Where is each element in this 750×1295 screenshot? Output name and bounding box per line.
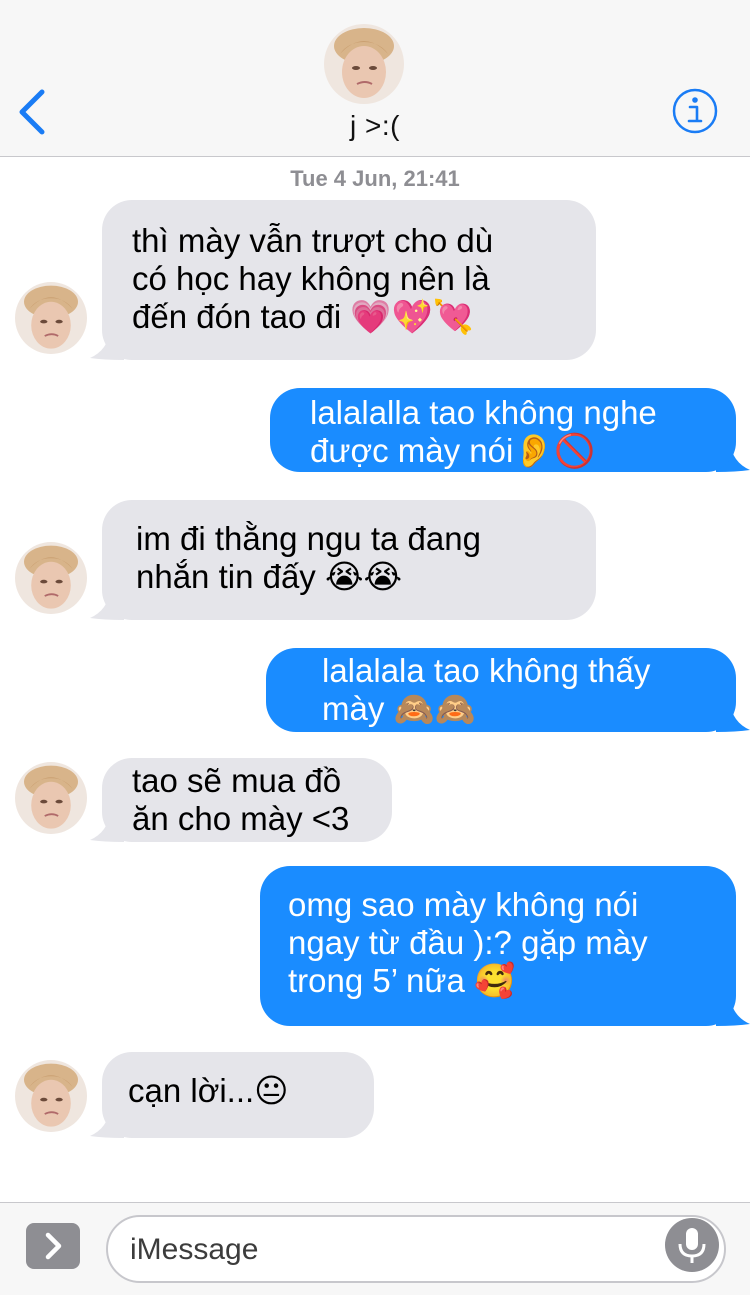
contact-photo: [324, 24, 404, 104]
sender-photo: [15, 762, 87, 834]
info-icon: [672, 88, 718, 134]
contact-avatar[interactable]: [324, 24, 404, 104]
info-button[interactable]: [670, 86, 720, 136]
sender-avatar[interactable]: [15, 1060, 87, 1132]
message-bubble-outgoing[interactable]: omg sao mày không nói ngay từ đầu ):? gặ…: [260, 866, 736, 1026]
message-bubble-incoming[interactable]: cạn lời...😐: [102, 1052, 374, 1138]
message-bubble-incoming[interactable]: tao sẽ mua đồ ăn cho mày <3: [102, 758, 392, 842]
sender-avatar[interactable]: [15, 282, 87, 354]
sender-avatar[interactable]: [15, 542, 87, 614]
message-bubble-outgoing[interactable]: lalalala tao không thấy mày 🙈🙈: [266, 648, 736, 732]
compose-bar: iMessage: [0, 1202, 750, 1295]
message-bubble-incoming[interactable]: thì mày vẫn trượt cho dù có học hay khôn…: [102, 200, 596, 360]
message-bubble-incoming[interactable]: im đi thằng ngu ta đang nhắn tin đấy 😭😭: [102, 500, 596, 620]
chevron-right-icon: [45, 1232, 62, 1260]
imessage-input[interactable]: iMessage: [106, 1215, 726, 1283]
contact-name[interactable]: j >:(: [0, 110, 750, 142]
apps-button[interactable]: [26, 1223, 80, 1269]
conversation-timestamp: Tue 4 Jun, 21:41: [290, 166, 460, 191]
sender-photo: [15, 542, 87, 614]
sender-photo: [15, 282, 87, 354]
mic-button[interactable]: [665, 1218, 719, 1272]
sender-photo: [15, 1060, 87, 1132]
message-bubble-outgoing[interactable]: lalalalla tao không nghe được mày nói👂🚫: [270, 388, 736, 472]
sender-avatar[interactable]: [15, 762, 87, 834]
conversation-header: j >:(: [0, 0, 750, 157]
microphone-icon: [678, 1228, 706, 1263]
